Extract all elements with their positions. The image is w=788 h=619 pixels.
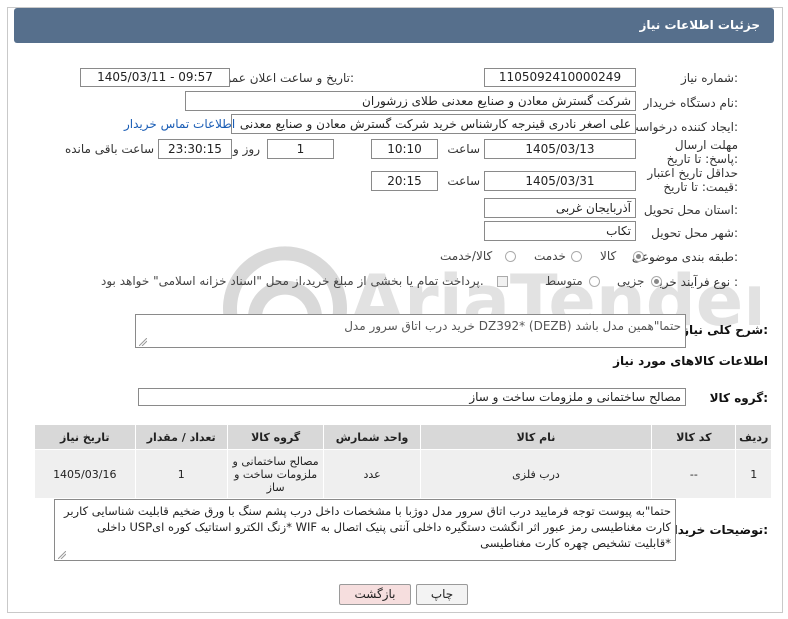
price-deadline-label: حداقل تاریخ اعتبار قیمت: تا تاریخ: — [647, 166, 738, 194]
cell-row-no: 1 — [735, 449, 772, 499]
goods-table: ردیف کد کالا نام کالا واحد شمارش گروه کا… — [34, 424, 772, 499]
summary-field: خرید درب اتاق سرور مدل DZ392* (DEZB) حتم… — [135, 314, 686, 348]
buyer-notes-field: حتما"به پیوست توجه فرمایید درب اتاق سرور… — [54, 499, 676, 561]
cell-unit: عدد — [323, 449, 421, 499]
col-header-group: گروه کالا — [226, 424, 325, 450]
summary-text: خرید درب اتاق سرور مدل DZ392* (DEZB) حتم… — [344, 319, 681, 333]
table-header-row: ردیف کد کالا نام کالا واحد شمارش گروه کا… — [34, 424, 772, 450]
buyer-notes-text: حتما"به پیوست توجه فرمایید درب اتاق سرور… — [64, 504, 671, 550]
treasury-text: پرداخت تمام یا بخشی از مبلغ خرید،از محل … — [101, 274, 484, 288]
buyer-org-label: نام دستگاه خریدار: — [643, 96, 739, 110]
table-row: 1 -- درب فلزی عدد مصالح ساختمانی و ملزوم… — [34, 449, 772, 499]
title-bar: جزئیات اطلاعات نیاز — [14, 8, 774, 43]
province-field: آذربایجان غربی — [484, 198, 636, 218]
need-number-field: 1105092410000249 — [484, 68, 636, 87]
col-header-code: کد کالا — [651, 424, 737, 450]
need-number-label: شماره نیاز: — [680, 71, 738, 85]
category-radio-service[interactable] — [571, 251, 582, 262]
print-button[interactable]: چاپ — [416, 584, 468, 605]
reply-time-label: ساعت — [447, 142, 480, 156]
col-header-name: نام کالا — [419, 424, 653, 450]
cell-date: 1405/03/16 — [34, 449, 136, 499]
creator-label: ایجاد کننده درخواست: — [627, 120, 738, 134]
category-radio-goods[interactable] — [633, 251, 644, 262]
remaining-label: ساعت باقی مانده — [64, 142, 154, 156]
reply-time-field: 10:10 — [371, 139, 438, 159]
buyer-org-field: شرکت گسترش معادن و صنایع معدنی طلای زرشو… — [185, 91, 636, 111]
process-radio-medium[interactable] — [589, 276, 600, 287]
reply-deadline-label: مهلت ارسال پاسخ: تا تاریخ: — [666, 138, 738, 166]
cell-group: مصالح ساختمانی و ملزومات ساخت و ساز — [226, 449, 325, 499]
resize-grip-icon[interactable] — [139, 338, 147, 346]
cell-code: -- — [651, 449, 737, 499]
col-header-date: تاریخ نیاز — [34, 424, 136, 450]
category-option-goods-service: کالا/خدمت — [440, 249, 493, 263]
cell-name: درب فلزی — [419, 449, 653, 499]
reply-date-field: 1405/03/13 — [484, 139, 636, 159]
city-field: تکاب — [484, 221, 636, 241]
category-radio-goods-service[interactable] — [505, 251, 516, 262]
buyer-notes-label: توضیحات خریدار: — [666, 523, 768, 537]
province-label: استان محل تحویل: — [643, 203, 738, 217]
day-and-label: روز و — [233, 142, 260, 156]
col-header-unit: واحد شمارش — [323, 424, 421, 450]
col-header-qty: تعداد / مقدار — [134, 424, 228, 450]
price-time-label: ساعت — [447, 174, 480, 188]
goods-group-label: گروه کالا: — [709, 391, 768, 405]
process-option-minor: جزیی — [617, 274, 645, 288]
notes-resize-grip-icon[interactable] — [58, 551, 66, 559]
price-time-field: 20:15 — [371, 171, 438, 191]
treasury-checkbox[interactable] — [497, 276, 508, 287]
process-radio-minor[interactable] — [651, 276, 662, 287]
category-option-service: خدمت — [534, 249, 566, 263]
process-label: نوع فرآیند خرید : — [653, 275, 738, 289]
creator-field: علی اصغر نادری قینرجه کارشناس خرید شرکت … — [231, 114, 636, 134]
process-option-medium: متوسط — [545, 274, 583, 288]
announce-label: تاریخ و ساعت اعلان عمومی: — [209, 71, 354, 85]
city-label: شهر محل تحویل: — [651, 226, 738, 240]
back-button[interactable]: بازگشت — [339, 584, 411, 605]
goods-info-title: اطلاعات کالاهای مورد نیاز — [613, 354, 768, 368]
price-date-field: 1405/03/31 — [484, 171, 636, 191]
cell-qty: 1 — [134, 449, 228, 499]
days-field: 1 — [267, 139, 334, 159]
contact-buyer-link[interactable]: اطلاعات تماس خریدار — [124, 117, 235, 131]
goods-group-field: مصالح ساختمانی و ملزومات ساخت و ساز — [138, 388, 686, 406]
category-option-goods: کالا — [600, 249, 617, 263]
col-header-row-no: ردیف — [735, 424, 772, 450]
announce-field: 1405/03/11 - 09:57 — [80, 68, 230, 87]
page-title: جزئیات اطلاعات نیاز — [639, 18, 760, 32]
summary-label: شرح کلی نیاز: — [682, 323, 768, 337]
remaining-time-field: 23:30:15 — [158, 139, 232, 159]
category-label: طبقه بندی موضوعی: — [631, 250, 738, 264]
